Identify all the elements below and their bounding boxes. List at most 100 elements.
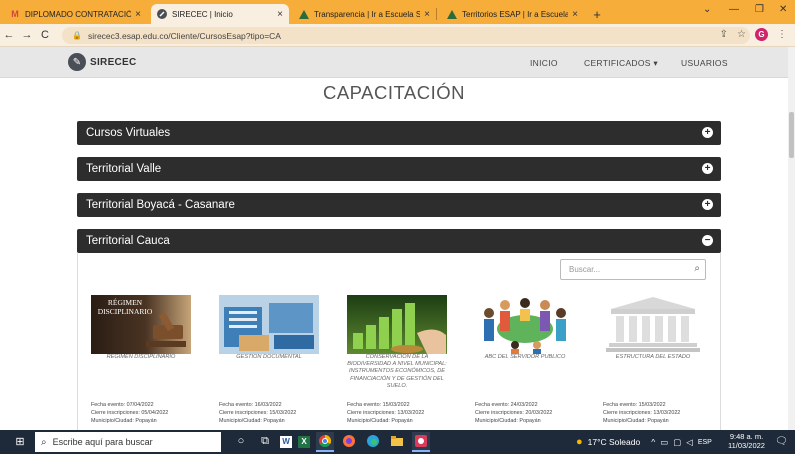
scrollbar-thumb[interactable]: [789, 112, 794, 158]
cortana-icon[interactable]: ○: [232, 432, 250, 452]
bookmark-star-icon[interactable]: ☆: [737, 29, 746, 40]
fecha-evento: Fecha evento: 24/03/2022: [475, 402, 538, 408]
tab-title: Transparencia | Ir a Escuela Supe: [314, 9, 421, 19]
cierre-inscripciones: Cierre inscripciones: 13/03/2022: [347, 410, 425, 416]
minimize-icon[interactable]: —: [729, 4, 739, 15]
course-title[interactable]: ABC DEL SERVIDOR PÚBLICO: [475, 354, 575, 361]
course-image[interactable]: [347, 295, 447, 354]
network-icon[interactable]: ▭: [660, 437, 668, 448]
close-icon[interactable]: ×: [277, 9, 283, 20]
time-text: 9:48 a. m.: [729, 432, 764, 441]
panel-territorial-cauca[interactable]: Territorial Cauca −: [77, 229, 721, 253]
logo-text: SIRECEC: [90, 56, 137, 68]
sun-icon: ●: [576, 436, 583, 448]
system-clock[interactable]: 9:48 a. m. 11/03/2022: [728, 432, 765, 450]
image-caption: RÉGIMEN DISCIPLINARIO: [97, 298, 153, 316]
minus-circle-icon[interactable]: −: [702, 235, 713, 246]
tab-sirecec[interactable]: SIRECEC | Inicio ×: [151, 4, 289, 24]
fecha-evento: Fecha evento: 15/03/2022: [603, 402, 666, 408]
course-image[interactable]: [219, 295, 319, 354]
search-icon[interactable]: ⌕: [694, 263, 700, 274]
volume-icon[interactable]: ◁: [686, 437, 693, 448]
app-icon[interactable]: [412, 432, 430, 452]
reload-icon[interactable]: C: [36, 29, 54, 41]
profile-avatar[interactable]: G: [755, 28, 768, 41]
new-tab-button[interactable]: +: [588, 4, 606, 24]
course-image[interactable]: RÉGIMEN DISCIPLINARIO: [91, 295, 191, 354]
file-explorer-icon[interactable]: [388, 432, 406, 452]
chrome-icon[interactable]: [316, 432, 334, 452]
course-card[interactable]: CONSERVACIÓN DE LA BIODIVERSIDAD A NIVEL…: [347, 295, 447, 424]
close-icon[interactable]: ×: [572, 9, 578, 20]
panel-territorial-valle[interactable]: Territorial Valle +: [77, 157, 721, 181]
search-input[interactable]: Buscar... ⌕: [560, 259, 706, 280]
address-bar[interactable]: 🔒 sirecec3.esap.edu.co/Cliente/CursosEsa…: [62, 27, 750, 44]
tab-transparencia[interactable]: Transparencia | Ir a Escuela Supe ×: [293, 4, 436, 24]
nav-usuarios[interactable]: USUARIOS: [681, 58, 728, 68]
excel-icon[interactable]: X: [298, 436, 310, 448]
weather-text[interactable]: 17°C Soleado: [588, 437, 641, 447]
menu-icon[interactable]: ⋮: [777, 29, 787, 40]
municipio: Municipio/Ciudad: Popayán: [603, 418, 669, 424]
tab-search-icon[interactable]: ⌄: [703, 4, 711, 15]
course-meta: Fecha evento: 15/03/2022 Cierre inscripc…: [603, 401, 680, 425]
tab-title: DIPLOMADO CONTRATACIÓN ES: [25, 9, 132, 19]
panel-cursos-virtuales[interactable]: Cursos Virtuales +: [77, 121, 721, 145]
search-placeholder: Buscar...: [569, 265, 601, 274]
course-meta: Fecha evento: 07/04/2022 Cierre inscripc…: [91, 401, 168, 425]
windows-start-icon[interactable]: ⊞: [9, 435, 31, 448]
cierre-inscripciones: Cierre inscripciones: 15/03/2022: [219, 410, 297, 416]
municipio: Municipio/Ciudad: Popayán: [91, 418, 157, 424]
course-title[interactable]: RÉGIMEN DISCIPLINARIO: [91, 354, 191, 361]
plus-circle-icon[interactable]: +: [702, 199, 713, 210]
course-title[interactable]: GESTIÓN DOCUMENTAL: [219, 354, 319, 361]
forward-icon[interactable]: →: [18, 29, 36, 41]
back-icon[interactable]: ←: [0, 29, 18, 41]
close-icon[interactable]: ×: [135, 9, 141, 20]
nav-inicio[interactable]: INICIO: [530, 58, 558, 68]
notification-icon[interactable]: 🗨: [775, 436, 788, 447]
course-image[interactable]: [475, 295, 575, 354]
municipio: Municipio/Ciudad: Popayán: [347, 418, 413, 424]
course-title[interactable]: ESTRUCTURA DEL ESTADO: [603, 354, 703, 361]
chat-icon[interactable]: ▢: [673, 437, 681, 448]
esap-icon: [447, 9, 457, 19]
course-card[interactable]: RÉGIMEN DISCIPLINARIO RÉGIMEN DISCIPLINA…: [91, 295, 191, 424]
language-indicator[interactable]: ESP: [698, 439, 712, 446]
fecha-evento: Fecha evento: 07/04/2022: [91, 402, 154, 408]
close-window-icon[interactable]: ✕: [779, 4, 787, 15]
tab-diplomado[interactable]: M DIPLOMADO CONTRATACIÓN ES ×: [4, 4, 147, 24]
edge-icon[interactable]: [364, 432, 382, 452]
browser-tab-strip: M DIPLOMADO CONTRATACIÓN ES × SIRECEC | …: [0, 0, 795, 24]
search-icon: ⌕: [41, 436, 47, 448]
nav-certificados[interactable]: CERTIFICADOS ▾: [584, 58, 658, 69]
course-title[interactable]: CONSERVACIÓN DE LA BIODIVERSIDAD A NIVEL…: [347, 354, 447, 390]
cierre-inscripciones: Cierre inscripciones: 05/04/2022: [91, 410, 169, 416]
word-icon[interactable]: W: [280, 436, 292, 448]
tab-divider: [436, 8, 437, 20]
firefox-icon[interactable]: [340, 432, 358, 452]
share-icon[interactable]: ⇪: [720, 29, 728, 40]
browser-toolbar: ← → C 🔒 sirecec3.esap.edu.co/Cliente/Cur…: [0, 24, 795, 47]
taskbar-apps: ○ ⧉ W X: [232, 432, 430, 452]
site-logo[interactable]: ✎ SIRECEC: [68, 53, 137, 71]
panel-territorial-boyaca[interactable]: Territorial Boyacá - Casanare +: [77, 193, 721, 217]
plus-circle-icon[interactable]: +: [702, 127, 713, 138]
url-text: sirecec3.esap.edu.co/Cliente/CursosEsap?…: [87, 30, 281, 41]
toolbar-actions: ⇪ ☆ G ⋮: [720, 28, 787, 41]
task-view-icon[interactable]: ⧉: [256, 432, 274, 452]
taskbar-search-placeholder: Escribe aquí para buscar: [52, 437, 153, 447]
taskbar-search-input[interactable]: ⌕ Escribe aquí para buscar: [35, 432, 221, 452]
course-card[interactable]: GESTIÓN DOCUMENTAL Fecha evento: 16/03/2…: [219, 295, 319, 424]
panel-label: Territorial Boyacá - Casanare: [86, 199, 235, 211]
restore-icon[interactable]: ❐: [755, 4, 764, 15]
chevron-up-icon[interactable]: ^: [651, 437, 655, 447]
close-icon[interactable]: ×: [424, 9, 430, 20]
vertical-scrollbar[interactable]: [788, 47, 795, 430]
course-card[interactable]: ABC DEL SERVIDOR PÚBLICO Fecha evento: 2…: [475, 295, 575, 424]
course-card[interactable]: ESTRUCTURA DEL ESTADO Fecha evento: 15/0…: [603, 295, 703, 424]
tab-territorios[interactable]: Territorios ESAP | Ir a Escuela Sup ×: [441, 4, 584, 24]
course-image[interactable]: [603, 295, 703, 354]
plus-circle-icon[interactable]: +: [702, 163, 713, 174]
course-meta: Fecha evento: 16/03/2022 Cierre inscripc…: [219, 401, 296, 425]
